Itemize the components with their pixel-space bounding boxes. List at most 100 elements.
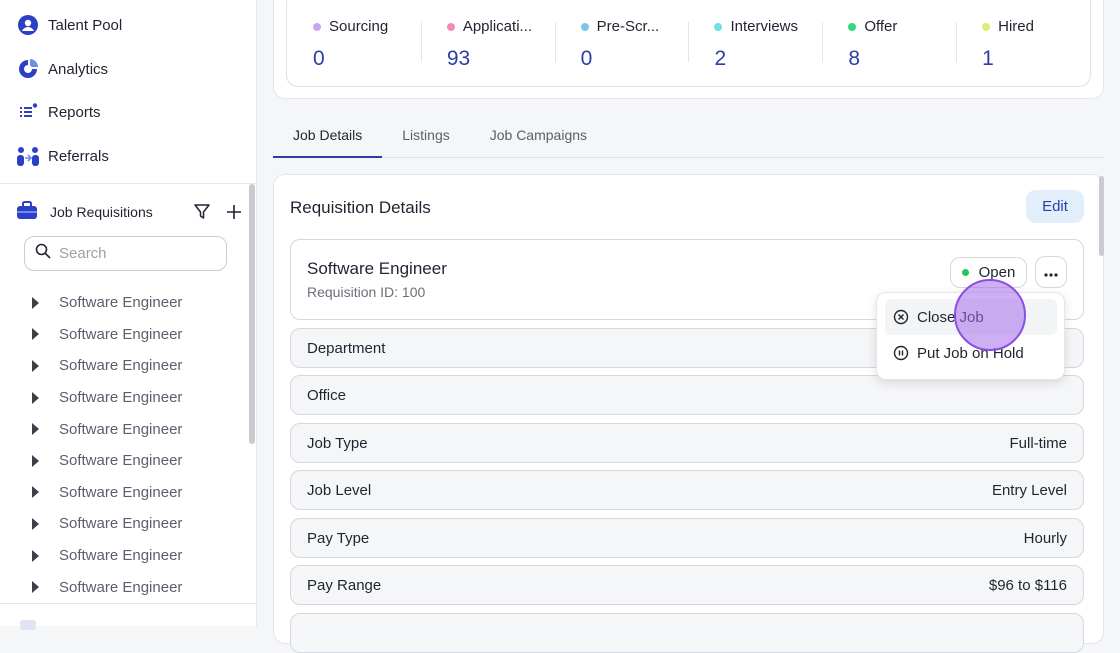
caret-right-icon[interactable] [32, 359, 39, 372]
tab-job-campaigns[interactable]: Job Campaigns [470, 118, 607, 158]
nav-label: Analytics [48, 60, 109, 78]
requisition-label: Software Engineer [59, 515, 183, 533]
list-item[interactable]: Software Engineer [28, 508, 243, 540]
sidebar-divider [0, 183, 257, 184]
stat-label: Interviews [730, 18, 799, 35]
requisition-label: Software Engineer [59, 389, 183, 407]
caret-right-icon[interactable] [32, 328, 39, 341]
user-circle-icon [16, 13, 40, 37]
field-label: Department [307, 339, 386, 357]
requisition-label: Software Engineer [59, 294, 183, 312]
field-row-job-level: Job Level Entry Level [290, 470, 1084, 510]
job-actions-menu: Close Job Put Job on Hold [876, 292, 1065, 380]
pipeline-panel: Sourcing 0 Applicati... 93 Pre-Scr... 0 … [273, 0, 1104, 99]
stat-value: 0 [580, 47, 593, 70]
caret-right-icon[interactable] [32, 454, 39, 467]
stat-value: 93 [446, 47, 471, 70]
sidebar-scrollbar[interactable] [249, 184, 255, 444]
search-icon [35, 243, 51, 264]
requisition-label: Software Engineer [59, 547, 183, 565]
list-item[interactable]: Software Engineer [28, 413, 243, 445]
stat-sourcing[interactable]: Sourcing 0 [287, 18, 421, 86]
status-label: Open [978, 264, 1016, 281]
sidebar-bottom-divider [0, 603, 256, 604]
sidebar: Talent Pool Analytics Reports Referrals … [0, 0, 257, 630]
requisition-list: Software Engineer Software Engineer Soft… [28, 287, 243, 603]
requisition-label: Software Engineer [59, 452, 183, 470]
stat-label: Pre-Scr... [596, 18, 660, 35]
caret-right-icon[interactable] [32, 517, 39, 530]
field-row-pay-range: Pay Range $96 to $116 [290, 565, 1084, 605]
dot-icon [446, 22, 455, 31]
caret-right-icon[interactable] [32, 486, 39, 499]
list-item[interactable]: Software Engineer [28, 287, 243, 319]
pipeline-stats: Sourcing 0 Applicati... 93 Pre-Scr... 0 … [286, 0, 1091, 87]
stat-label: Offer [864, 18, 898, 35]
status-dropdown[interactable]: Open [950, 257, 1027, 288]
requisitions-header: Job Requisitions [16, 199, 246, 225]
menu-item-close-job[interactable]: Close Job [885, 299, 1057, 335]
dot-icon [313, 22, 321, 31]
list-icon [16, 100, 40, 124]
field-label: Job Type [307, 434, 368, 452]
field-label: Office [307, 386, 346, 404]
nav-item-referrals[interactable]: Referrals [16, 144, 109, 168]
stat-value: 1 [982, 47, 994, 70]
dot-icon [848, 22, 857, 31]
nav-item-reports[interactable]: Reports [16, 100, 101, 124]
field-row-partial [290, 613, 1084, 653]
tab-job-details[interactable]: Job Details [273, 118, 383, 158]
stat-hired[interactable]: Hired 1 [956, 18, 1090, 86]
requisition-details-panel: Requisition Details Edit Software Engine… [273, 174, 1104, 653]
stat-pre-screen[interactable]: Pre-Scr... 0 [554, 18, 689, 86]
field-label: Pay Type [307, 529, 370, 547]
section-title: Requisition Details [290, 198, 431, 217]
main-scrollbar[interactable] [1099, 176, 1104, 256]
list-item[interactable]: Software Engineer [28, 571, 243, 603]
list-item[interactable]: Software Engineer [28, 350, 243, 382]
tab-listings[interactable]: Listings [382, 118, 469, 158]
menu-item-label: Put Job on Hold [917, 344, 1024, 362]
menu-item-put-job-on-hold[interactable]: Put Job on Hold [885, 335, 1057, 371]
requisition-label: Software Engineer [59, 357, 183, 375]
nav-label: Reports [48, 103, 101, 121]
field-value: Full-time [1009, 434, 1067, 452]
field-value: $96 to $116 [988, 576, 1067, 594]
nav-item-analytics[interactable]: Analytics [16, 57, 108, 81]
stat-offer[interactable]: Offer 8 [822, 18, 956, 86]
people-icon [16, 144, 40, 168]
pause-circle-icon [893, 345, 909, 361]
stat-interviews[interactable]: Interviews 2 [688, 18, 822, 86]
field-row-office: Office [290, 375, 1084, 415]
edit-button[interactable]: Edit [1026, 190, 1084, 223]
caret-right-icon[interactable] [32, 296, 39, 309]
requisition-search[interactable] [24, 236, 227, 271]
field-label: Job Level [307, 481, 372, 499]
caret-right-icon[interactable] [32, 581, 39, 594]
list-item[interactable]: Software Engineer [28, 477, 243, 509]
field-row-job-type: Job Type Full-time [290, 423, 1084, 463]
search-input[interactable] [59, 245, 209, 262]
menu-item-label: Close Job [917, 308, 984, 326]
field-value: Entry Level [991, 481, 1067, 499]
list-item[interactable]: Software Engineer [28, 319, 243, 351]
list-item[interactable]: Software Engineer [28, 382, 243, 414]
dot-icon [982, 22, 991, 31]
pie-chart-icon [16, 57, 40, 81]
filter-icon[interactable] [190, 200, 214, 224]
list-item[interactable]: Software Engineer [28, 540, 243, 572]
status-dot-icon [961, 269, 969, 276]
caret-right-icon[interactable] [32, 549, 39, 562]
nav-label: Talent Pool [48, 16, 123, 34]
add-requisition-icon[interactable] [222, 200, 246, 224]
caret-right-icon[interactable] [32, 423, 39, 436]
caret-right-icon[interactable] [32, 391, 39, 404]
list-item[interactable]: Software Engineer [28, 445, 243, 477]
stat-label: Hired [998, 18, 1034, 35]
dot-icon [580, 22, 589, 31]
field-row-pay-type: Pay Type Hourly [290, 518, 1084, 558]
close-circle-icon [893, 309, 909, 325]
nav-item-talent-pool[interactable]: Talent Pool [16, 13, 122, 37]
more-options-button[interactable] [1035, 256, 1067, 288]
stat-applications[interactable]: Applicati... 93 [420, 18, 555, 86]
